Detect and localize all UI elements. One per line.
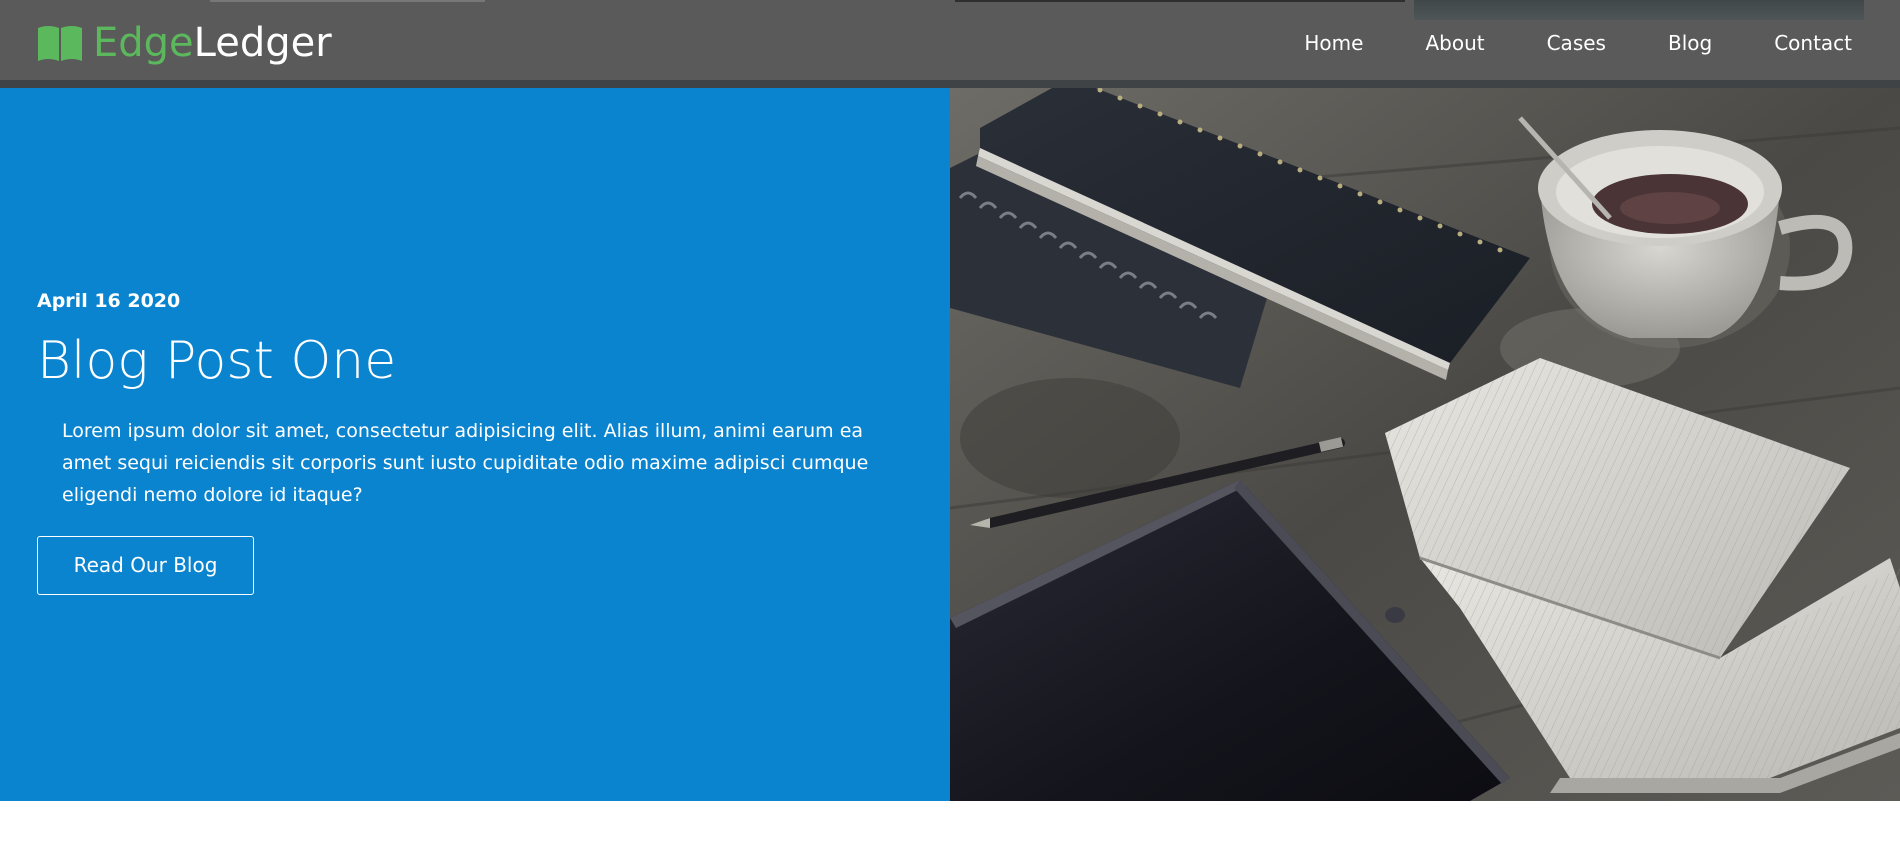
navbar-top-strip xyxy=(955,0,1405,2)
nav-link-contact[interactable]: Contact xyxy=(1774,26,1852,60)
desk-with-notebooks-coffee-tablet-image xyxy=(950,88,1900,801)
open-book-icon xyxy=(36,23,84,63)
nav-link-about[interactable]: About xyxy=(1425,26,1484,60)
post-excerpt: Lorem ipsum dolor sit amet, consectetur … xyxy=(62,420,869,506)
read-blog-button[interactable]: Read Our Blog xyxy=(37,536,254,595)
post-title: Blog Post One xyxy=(37,331,397,391)
navbar-top-strip xyxy=(210,0,485,2)
post-date: April 16 2020 xyxy=(37,290,181,312)
brand-name-edge: Edge xyxy=(93,20,194,66)
navbar-bottom-border xyxy=(0,80,1900,88)
navbar-top-image-strip xyxy=(1414,0,1864,20)
brand-name-ledger: Ledger xyxy=(193,20,332,66)
nav-link-home[interactable]: Home xyxy=(1304,26,1363,60)
main-nav: Home About Cases Blog Contact xyxy=(1242,26,1852,60)
brand-logo[interactable]: EdgeLedger xyxy=(36,18,332,68)
brand-name: EdgeLedger xyxy=(93,18,332,68)
nav-link-cases[interactable]: Cases xyxy=(1547,26,1606,60)
nav-link-blog[interactable]: Blog xyxy=(1668,26,1712,60)
